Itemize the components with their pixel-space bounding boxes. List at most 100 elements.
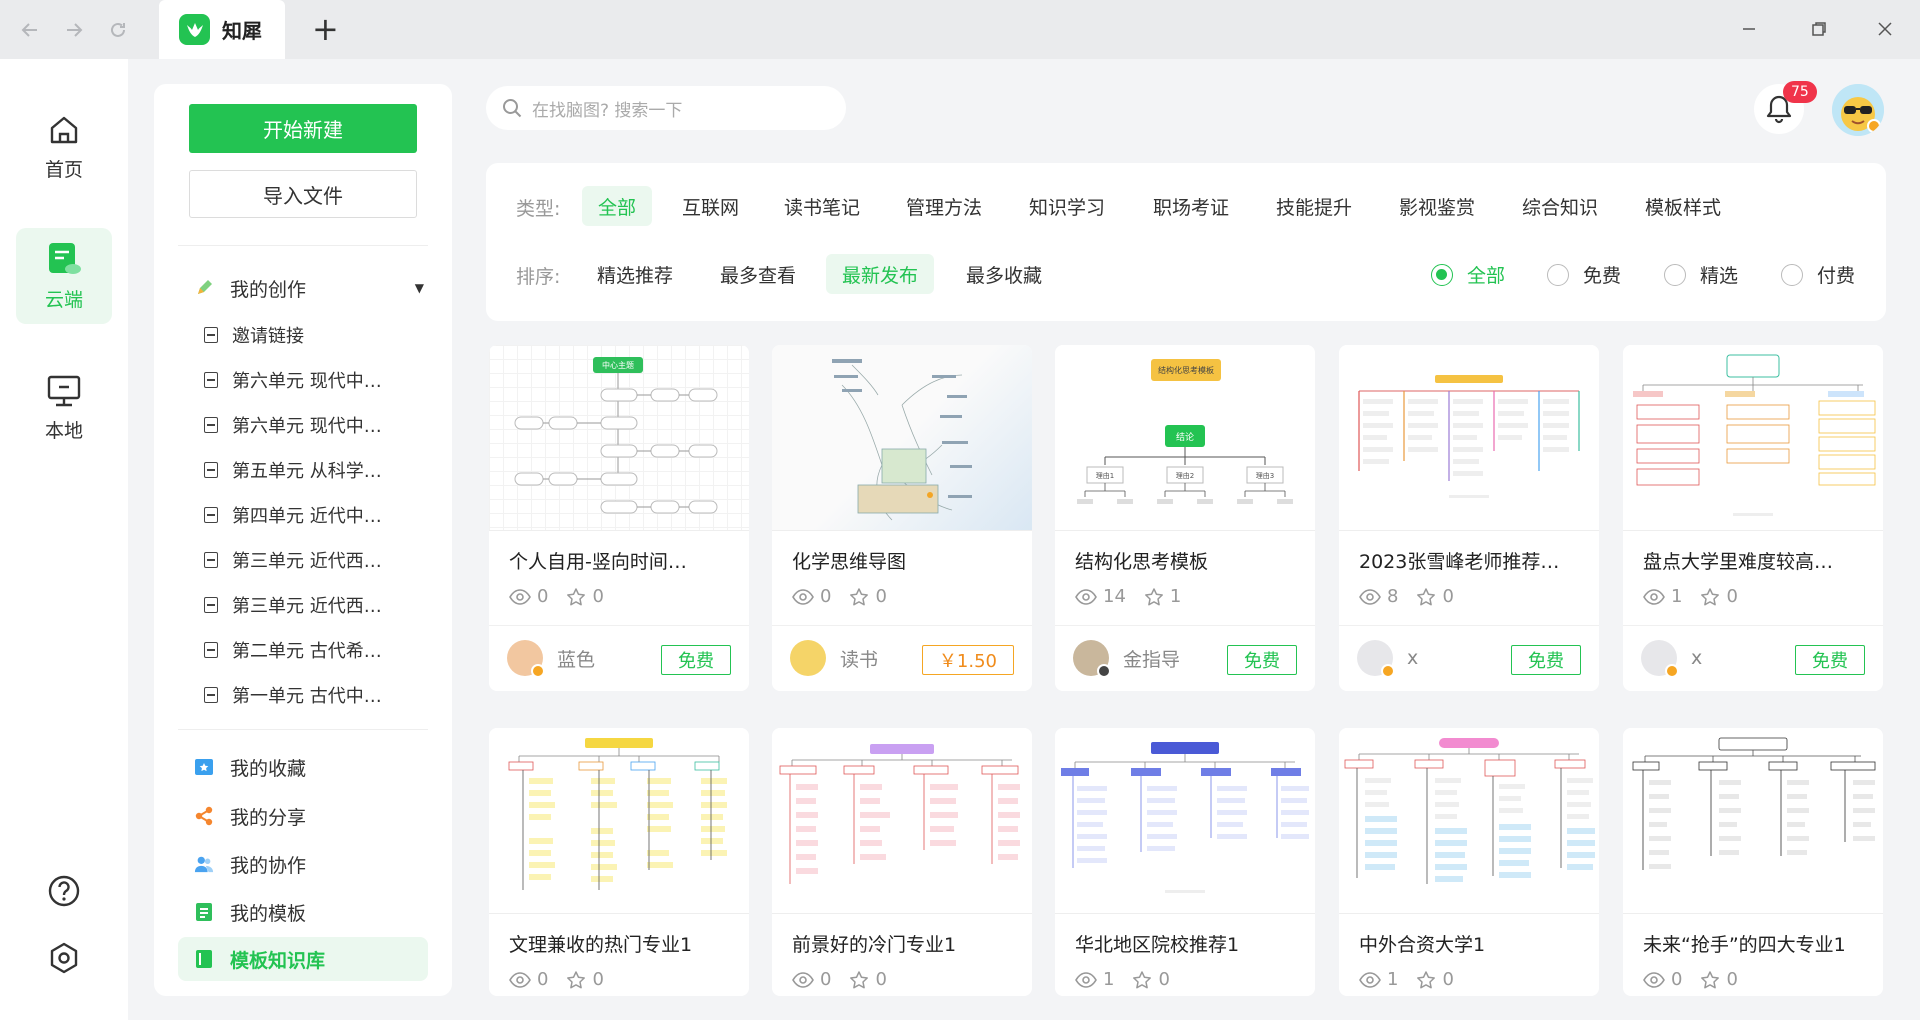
- reload-button[interactable]: [104, 16, 132, 44]
- mindmap-preview: [1344, 738, 1595, 884]
- back-button[interactable]: [16, 16, 44, 44]
- divider: [178, 245, 428, 246]
- type-chip-all[interactable]: 全部: [582, 186, 653, 226]
- eye-icon: [1359, 588, 1381, 605]
- template-card[interactable]: 2023张雪峰老师推荐… 8 0 x 免费: [1339, 345, 1599, 691]
- type-chip-film[interactable]: 影视鉴赏: [1383, 186, 1491, 226]
- settings-button[interactable]: [45, 939, 83, 977]
- price-radio-free[interactable]: 免费: [1547, 261, 1621, 288]
- user-avatar[interactable]: [1832, 84, 1884, 136]
- radio-circle: [1664, 263, 1686, 286]
- star-count: 0: [875, 969, 887, 990]
- template-card[interactable]: 盘点大学里难度较高… 1 0 x 免费: [1623, 345, 1883, 691]
- type-chip-skills[interactable]: 技能提升: [1260, 186, 1368, 226]
- menu-templates[interactable]: 我的模板: [194, 894, 306, 930]
- doc-item-label: 第五单元 从科学…: [232, 461, 382, 482]
- type-chip-template-style[interactable]: 模板样式: [1629, 186, 1737, 226]
- template-card[interactable]: 中心主题 个人自用-竖向时间… 0 0 蓝色 免费: [489, 345, 749, 691]
- rail-local[interactable]: 本地: [16, 360, 112, 456]
- type-chip-management[interactable]: 管理方法: [890, 186, 998, 226]
- template-thumbnail: [1623, 345, 1883, 531]
- doc-item[interactable]: 第四单元 近代中…: [204, 499, 382, 531]
- template-author[interactable]: x: [1357, 640, 1419, 678]
- my-creations-header[interactable]: 我的创作 ▼: [194, 270, 424, 306]
- template-card[interactable]: 华北地区院校推荐1 1 0: [1055, 728, 1315, 996]
- type-chip-general[interactable]: 综合知识: [1506, 186, 1614, 226]
- doc-item[interactable]: 第五单元 从科学…: [204, 454, 382, 486]
- price-radio-paid[interactable]: 付费: [1781, 261, 1855, 288]
- template-author[interactable]: x: [1641, 640, 1702, 678]
- new-tab-button[interactable]: +: [312, 12, 339, 46]
- eye-icon: [1075, 588, 1097, 605]
- mindmap-preview: [1358, 375, 1580, 498]
- template-thumbnail: [772, 345, 1032, 531]
- type-chip-career-exam[interactable]: 职场考证: [1137, 186, 1245, 226]
- minimize-button[interactable]: [1732, 14, 1766, 44]
- rail-cloud[interactable]: 云端: [16, 228, 112, 324]
- menu-collab[interactable]: 我的协作: [194, 846, 306, 882]
- rail-home[interactable]: 首页: [16, 99, 112, 195]
- star-count: 0: [1726, 969, 1738, 990]
- template-card[interactable]: 结构化思考模板 结论 理由1 理由2 理由3 结构化思考模板 14 1 金指导 …: [1055, 345, 1315, 691]
- eye-icon: [792, 588, 814, 605]
- view-count: 0: [820, 969, 832, 990]
- star-count: 0: [1726, 586, 1738, 607]
- menu-favorites[interactable]: 我的收藏: [194, 749, 306, 785]
- type-chip-reading-notes[interactable]: 读书笔记: [768, 186, 876, 226]
- template-card[interactable]: 前景好的冷门专业1 0 0: [772, 728, 1032, 996]
- import-button[interactable]: 导入文件: [189, 170, 417, 218]
- search-input[interactable]: 在找脑图? 搜索一下: [486, 86, 846, 130]
- price-tag[interactable]: ￥1.50: [921, 645, 1014, 675]
- tab-zhixi[interactable]: 知犀: [159, 0, 285, 59]
- menu-library[interactable]: 模板知识库: [194, 941, 325, 977]
- star-icon: [850, 970, 869, 988]
- template-card[interactable]: 化学思维导图 0 0 读书 ￥1.50: [772, 345, 1032, 691]
- restore-button[interactable]: [1802, 14, 1836, 44]
- menu-shares[interactable]: 我的分享: [194, 798, 306, 834]
- document-icon: [204, 327, 218, 343]
- doc-item-label: 第三单元 近代西…: [232, 596, 382, 617]
- template-card[interactable]: 未来“抢手”的四大专业1 0 0: [1623, 728, 1883, 996]
- document-icon: [204, 642, 218, 658]
- doc-item[interactable]: 第二单元 古代希…: [204, 634, 382, 666]
- template-author[interactable]: 读书: [790, 640, 878, 676]
- template-title: 中外合资大学1: [1359, 934, 1486, 956]
- price-tag[interactable]: 免费: [1795, 645, 1865, 675]
- price-radio-selected[interactable]: 精选: [1664, 261, 1738, 288]
- template-stats: 8 0: [1359, 586, 1472, 607]
- template-author[interactable]: 金指导: [1073, 640, 1180, 678]
- template-card[interactable]: 文理兼收的热门专业1 0 0: [489, 728, 749, 996]
- verified-badge-icon: [1381, 664, 1395, 678]
- forward-button[interactable]: [60, 16, 88, 44]
- doc-item[interactable]: 第三单元 近代西…: [204, 544, 382, 576]
- template-card[interactable]: 中外合资大学1 1 0: [1339, 728, 1599, 996]
- doc-item-label: 第六单元 现代中…: [232, 416, 382, 437]
- close-button[interactable]: [1868, 14, 1902, 44]
- type-chip-internet[interactable]: 互联网: [666, 186, 755, 226]
- new-button[interactable]: 开始新建: [189, 104, 417, 153]
- price-tag[interactable]: 免费: [1511, 645, 1581, 675]
- star-count: 0: [592, 586, 604, 607]
- template-thumbnail: 结构化思考模板 结论 理由1 理由2 理由3: [1055, 345, 1315, 531]
- template-title: 华北地区院校推荐1: [1075, 934, 1240, 956]
- help-icon: [48, 875, 80, 907]
- doc-item-label: 第六单元 现代中…: [232, 371, 382, 392]
- type-chip-knowledge[interactable]: 知识学习: [1013, 186, 1121, 226]
- doc-item[interactable]: 第六单元 现代中…: [204, 409, 382, 441]
- price-tag[interactable]: 免费: [661, 645, 731, 675]
- price-radio-all[interactable]: 全部: [1431, 261, 1505, 288]
- view-count: 1: [1387, 969, 1399, 990]
- sort-chip-most-viewed[interactable]: 最多查看: [704, 254, 812, 294]
- price-tag[interactable]: 免费: [1227, 645, 1297, 675]
- help-button[interactable]: [45, 872, 83, 910]
- doc-item[interactable]: 第三单元 近代西…: [204, 589, 382, 621]
- sort-chip-featured[interactable]: 精选推荐: [581, 254, 689, 294]
- sort-chip-most-starred[interactable]: 最多收藏: [950, 254, 1058, 294]
- sort-chip-newest[interactable]: 最新发布: [826, 254, 935, 294]
- doc-item[interactable]: 第一单元 古代中…: [204, 679, 382, 711]
- doc-item[interactable]: 邀请链接: [204, 319, 304, 351]
- card-divider: [489, 625, 749, 626]
- author-name: x: [1407, 647, 1419, 669]
- doc-item[interactable]: 第六单元 现代中…: [204, 364, 382, 396]
- template-author[interactable]: 蓝色: [507, 640, 595, 678]
